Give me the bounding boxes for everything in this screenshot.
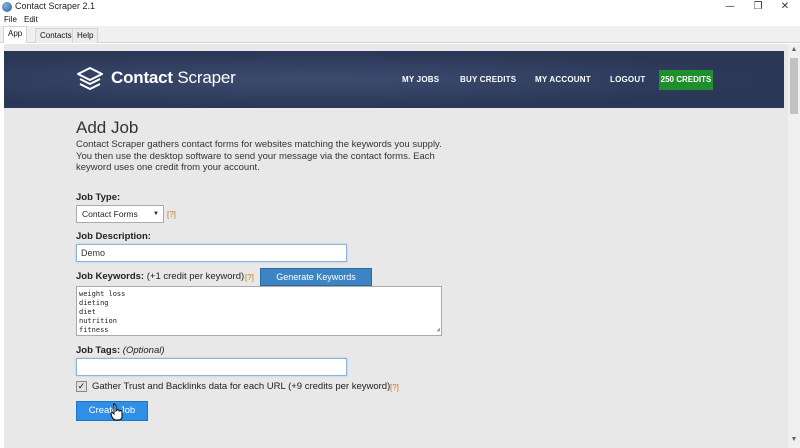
intro-text: Contact Scraper gathers contact forms fo… [76,139,442,173]
browser-content: Contact Scraper MY JOBS BUY CREDITS MY A… [4,44,788,448]
job-type-help-link[interactable]: [?] [167,210,176,219]
tab-help[interactable]: Help [72,28,99,43]
minimize-button[interactable]: — [718,0,742,14]
trust-backlinks-checkbox[interactable]: ✓ [76,381,87,392]
app-window: Contact Scraper 2.1 — ❐ ✕ File Edit App … [0,0,800,448]
keyword-line: diet [79,308,96,316]
keyword-line: fitness [79,326,109,334]
job-keywords-label: Job Keywords: (+1 credit per keyword) [76,271,245,282]
site-header: Contact Scraper MY JOBS BUY CREDITS MY A… [4,51,784,108]
page-title: Add Job [76,118,139,137]
close-button[interactable]: ✕ [773,0,797,14]
stack-logo-icon [77,67,103,90]
title-bar: Contact Scraper 2.1 — ❐ ✕ [0,0,800,14]
tab-contacts[interactable]: Contacts [35,28,77,43]
hand-cursor-icon [110,403,123,421]
nav-my-account[interactable]: MY ACCOUNT [535,75,591,84]
resize-grip-icon[interactable]: ◢ [436,325,440,334]
credits-badge[interactable]: 250 CREDITS [659,70,713,90]
job-keywords-help-link[interactable]: [?] [245,273,254,282]
job-type-label: Job Type: [76,192,121,203]
nav-my-jobs[interactable]: MY JOBS [402,75,439,84]
menu-edit[interactable]: Edit [24,15,38,24]
scroll-up-arrow-icon[interactable]: ▲ [788,46,800,56]
job-type-selected: Contact Forms [82,209,138,219]
app-globe-icon [2,2,12,12]
job-keywords-textarea[interactable]: weight loss dieting diet nutrition fitne… [76,286,442,336]
vertical-scrollbar[interactable]: ▲ ▼ [788,44,800,448]
menu-file[interactable]: File [4,15,17,24]
window-title: Contact Scraper 2.1 [15,1,96,11]
tab-strip: App Contacts Help [0,26,800,43]
dropdown-caret-icon: ▼ [153,211,159,217]
keyword-line: nutrition [79,317,117,325]
trust-backlinks-help-link[interactable]: [?] [390,383,399,392]
nav-buy-credits[interactable]: BUY CREDITS [460,75,516,84]
generate-keywords-button[interactable]: Generate Keywords [260,268,372,286]
nav-logout[interactable]: LOGOUT [610,75,645,84]
site-logo[interactable]: Contact Scraper [111,68,236,88]
job-tags-label: Job Tags: (Optional) [76,345,165,356]
job-description-input[interactable]: Demo [76,244,347,262]
menu-bar: File Edit [0,14,800,26]
job-tags-input[interactable] [76,358,347,376]
scroll-down-arrow-icon[interactable]: ▼ [788,436,800,446]
job-description-label: Job Description: [76,231,151,242]
keyword-line: weight loss [79,290,126,298]
trust-backlinks-label: Gather Trust and Backlinks data for each… [92,381,391,392]
job-type-select[interactable]: Contact Forms ▼ [76,205,164,223]
maximize-button[interactable]: ❐ [746,0,770,14]
tab-app[interactable]: App [3,26,28,43]
scroll-thumb[interactable] [790,58,798,114]
keyword-line: dieting [79,299,109,307]
